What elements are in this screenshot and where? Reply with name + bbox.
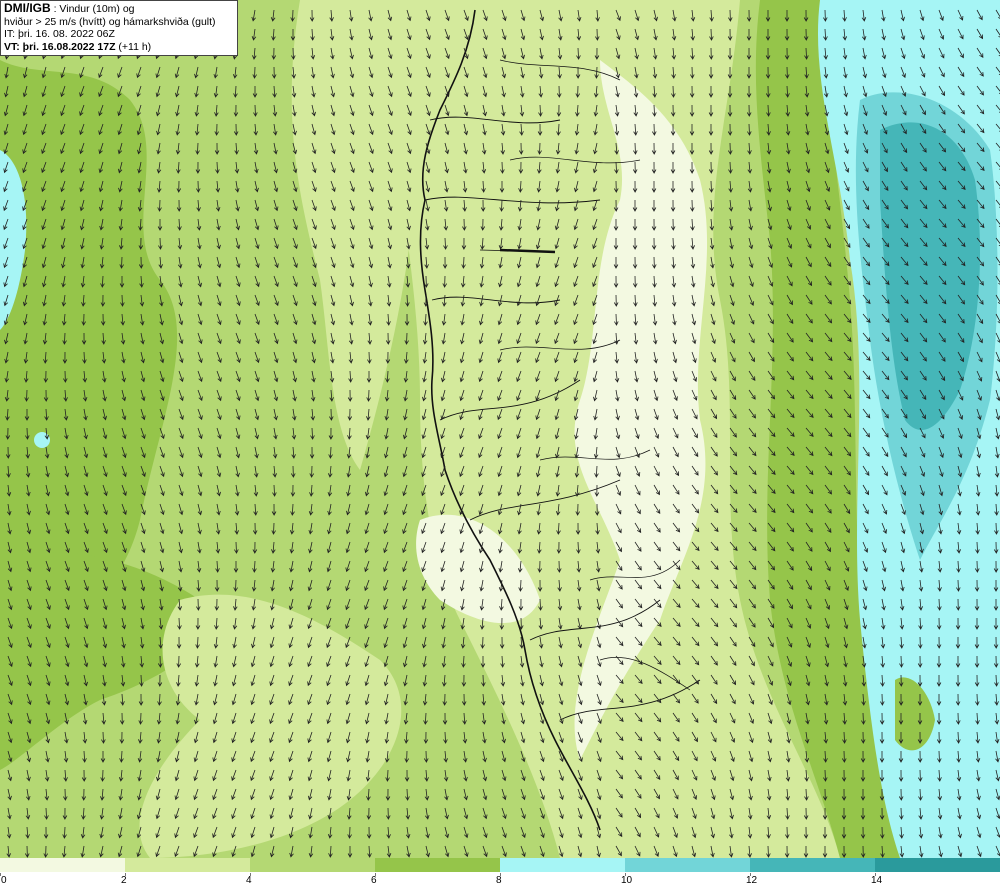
legend-label: 0 xyxy=(1,875,7,886)
info-box: DMI/IGB : Vindur (10m) og hviður > 25 m/… xyxy=(0,0,238,56)
wind-map xyxy=(0,0,1000,858)
info-line-2: hviður > 25 m/s (hvítt) og hámarkshviða … xyxy=(4,15,216,28)
legend-swatch xyxy=(125,858,250,872)
legend-swatch xyxy=(0,858,125,872)
legend-label: 10 xyxy=(621,875,633,886)
legend-swatch xyxy=(500,858,625,872)
legend-swatch xyxy=(250,858,375,872)
legend-swatch xyxy=(375,858,500,872)
info-line-3: IT: þri. 16. 08. 2022 06Z xyxy=(4,28,115,40)
legend-swatch xyxy=(750,858,875,872)
info-line-4: VT: þri. 16.08.2022 17Z (+11 h) xyxy=(4,40,152,53)
field-cyan-west-dot xyxy=(34,432,50,448)
info-line-1: DMI/IGB : Vindur (10m) og xyxy=(4,1,135,15)
legend-swatch xyxy=(625,858,750,872)
legend-swatch xyxy=(875,858,1000,872)
color-legend: 0 2 4 6 8 10 12 14 xyxy=(0,858,1000,887)
legend-label: 4 xyxy=(246,875,252,886)
legend-label: 2 xyxy=(121,875,127,886)
legend-label: 6 xyxy=(371,875,377,886)
legend-label: 8 xyxy=(496,875,502,886)
legend-label: 12 xyxy=(746,875,758,886)
legend-label: 14 xyxy=(871,875,883,886)
